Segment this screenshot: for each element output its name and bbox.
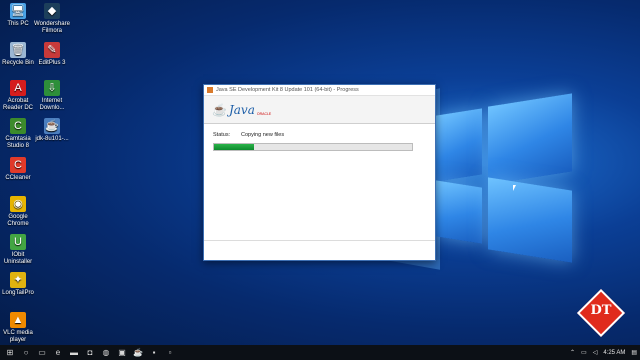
acrobat-icon: A (10, 80, 26, 96)
desktop-icon-label: VLC media player (3, 330, 33, 343)
mouse-cursor (513, 185, 516, 191)
search-icon[interactable]: ○ (18, 345, 34, 360)
tray-clock[interactable]: 4:25 AM (603, 350, 625, 356)
wallpaper-logo-pane (488, 93, 572, 185)
idm-icon: ⇩ (44, 80, 60, 96)
filmora-icon: ◆ (44, 3, 60, 19)
window-footer (204, 240, 435, 260)
desktop-icon[interactable]: A Acrobat Reader DC (0, 80, 37, 112)
file-explorer-icon[interactable]: ▬ (66, 345, 82, 360)
desktop-icon[interactable]: C Camtasia Studio 8 (0, 118, 37, 150)
installer-banner: ☕ Java ORACLE (204, 96, 435, 124)
tray-chevron-icon[interactable]: ⌃ (570, 349, 575, 356)
desktop-icon-label: Camtasia Studio 8 (5, 136, 31, 149)
desktop-icon[interactable]: ☕ jdk-8u101-... (33, 118, 71, 143)
tray-network-icon[interactable]: ▭ (581, 349, 587, 356)
vlc-icon: ▲ (10, 312, 26, 328)
wallpaper-logo-pane (436, 108, 482, 182)
task-view-icon[interactable]: ▭ (34, 345, 50, 360)
desktop-icon-label: Acrobat Reader DC (2, 98, 33, 111)
camtasia-icon: C (10, 118, 26, 134)
desktop-icon[interactable]: ◆ Wondershare Filmora (33, 3, 71, 35)
edge-icon[interactable]: e (50, 345, 66, 360)
desktop-icon-label: IObit Uninstaller (3, 252, 33, 265)
status-label: Status: (213, 132, 231, 138)
tray-volume-icon[interactable]: ◁ (593, 349, 598, 356)
window-titlebar[interactable]: Java SE Development Kit 8 Update 101 (64… (204, 85, 435, 96)
java-installer-taskbar-icon[interactable]: ☕ (130, 345, 146, 360)
app-taskbar-icon[interactable]: ▪ (146, 345, 162, 360)
taskbar: ⊞ ○ ▭ e ▬ ◘ ◍ ▣ ☕ ▪ ▫ ⌃ ▭ ◁ 4:25 AM ▤ (0, 345, 640, 360)
desktop-icon-label: Wondershare Filmora (34, 21, 70, 34)
desktop-icon-label: CCleaner (5, 175, 31, 181)
desktop-icon-label: jdk-8u101-... (35, 136, 69, 142)
java-installer-window[interactable]: Java SE Development Kit 8 Update 101 (64… (203, 84, 436, 261)
java-installer-icon (207, 87, 213, 93)
status-value: Copying new files (241, 132, 285, 138)
java-logo: ☕ Java ORACLE (212, 103, 271, 117)
system-tray: ⌃ ▭ ◁ 4:25 AM ▤ (567, 345, 640, 360)
progress-bar (213, 143, 413, 151)
windows-start-icon[interactable]: ⊞ (2, 345, 18, 360)
desktop-icon-label: Google Chrome (7, 214, 29, 227)
app2-taskbar-icon[interactable]: ▫ (162, 345, 178, 360)
desktop-icon-label: EditPlus 3 (38, 60, 66, 66)
desktop-icon-label: Recycle Bin (2, 60, 34, 66)
desktop-icon-label: Internet Downlo... (39, 98, 65, 111)
ccleaner-icon: C (10, 157, 26, 173)
camtasia-taskbar-icon[interactable]: ▣ (114, 345, 130, 360)
java-cup-icon: ☕ (212, 102, 227, 117)
java-logo-text: Java (228, 102, 255, 117)
progress-bar-fill (214, 144, 254, 150)
desktop-icon[interactable]: ▲ VLC media player (0, 312, 37, 344)
desktop-icon[interactable]: ✎ EditPlus 3 (33, 42, 71, 67)
chrome-icon: ◉ (10, 196, 26, 212)
installer-icon: ☕ (44, 118, 60, 134)
desktop-icon[interactable]: C CCleaner (0, 157, 37, 182)
desktop-icon-label: LongTailPro (2, 290, 34, 296)
desktop-icon[interactable]: 🖥 This PC (0, 3, 37, 28)
window-title: Java SE Development Kit 8 Update 101 (64… (216, 87, 359, 93)
editplus-icon: ✎ (44, 42, 60, 58)
desktop-icon[interactable]: ✦ LongTailPro (0, 272, 37, 297)
status-row: Status: Copying new files (213, 132, 284, 138)
recycle-bin-icon: 🗑 (10, 42, 26, 58)
desktop-icon[interactable]: U IObit Uninstaller (0, 234, 37, 266)
longtailpro-icon: ✦ (10, 272, 26, 288)
computer-icon: 🖥 (10, 3, 26, 19)
dt-watermark-text: DT (590, 303, 612, 318)
oracle-logo-text: ORACLE (256, 111, 272, 116)
notification-center-icon[interactable]: ▤ (631, 349, 637, 356)
iobit-icon: U (10, 234, 26, 250)
wallpaper-logo-pane (488, 177, 572, 263)
media-icon[interactable]: ◍ (98, 345, 114, 360)
desktop-icon[interactable]: ⇩ Internet Downlo... (33, 80, 71, 112)
wallpaper-logo-pane (436, 180, 482, 244)
desktop-icon[interactable]: 🗑 Recycle Bin (0, 42, 37, 67)
desktop-icon[interactable]: ◉ Google Chrome (0, 196, 37, 228)
store-icon[interactable]: ◘ (82, 345, 98, 360)
desktop-icon-label: This PC (7, 21, 29, 27)
